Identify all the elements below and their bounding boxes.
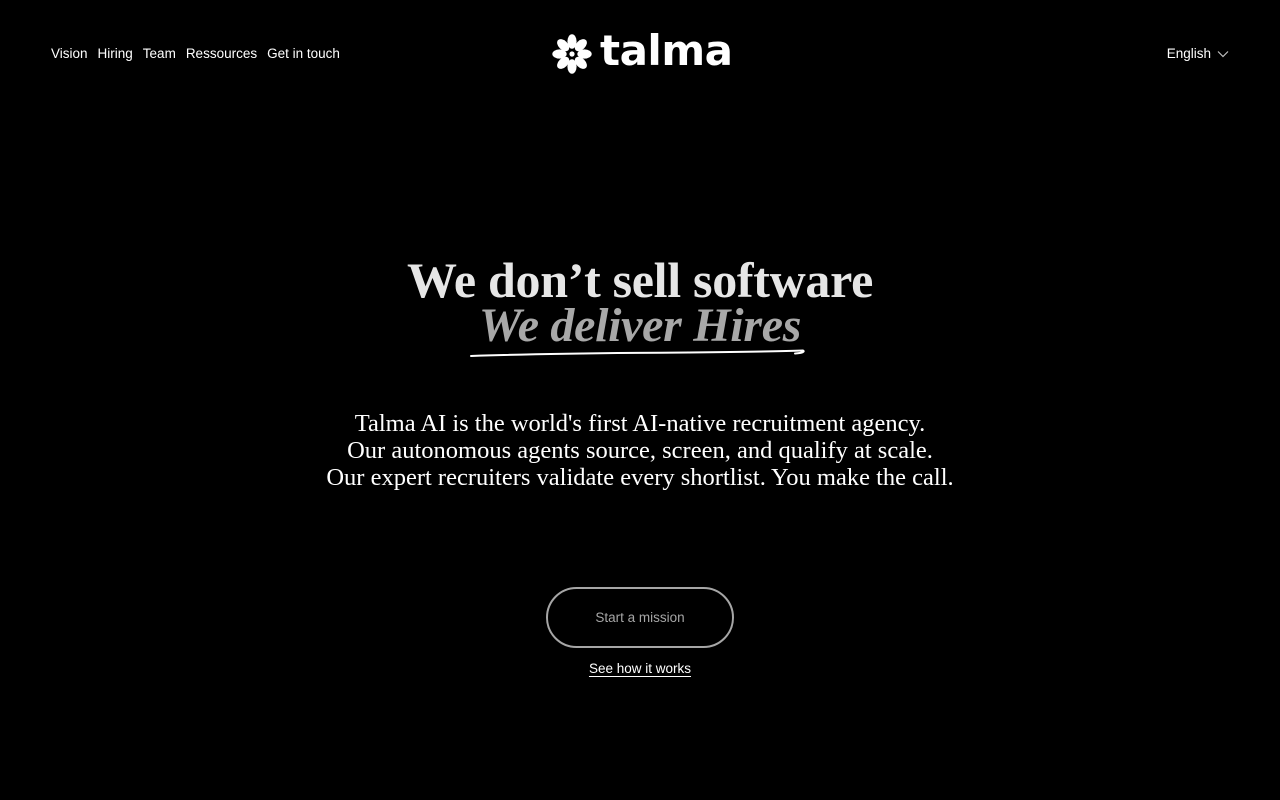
underline-stroke-icon — [469, 349, 805, 357]
description-line: Our expert recruiters validate every sho… — [326, 464, 954, 491]
language-selector[interactable]: English — [1167, 45, 1229, 63]
see-how-it-works-wrap: See how it works — [0, 660, 1280, 678]
logo-wordmark: talma — [600, 26, 733, 75]
nav-link-team[interactable]: Team — [143, 45, 176, 63]
main-nav: Vision Hiring Team Ressources Get in tou… — [51, 45, 340, 63]
description-line: Talma AI is the world's first AI-native … — [354, 410, 926, 437]
start-mission-button[interactable]: Start a mission — [546, 587, 734, 648]
site-header: Vision Hiring Team Ressources Get in tou… — [0, 0, 1280, 108]
talma-logo[interactable]: talma — [552, 26, 733, 75]
language-selected: English — [1166, 46, 1211, 61]
see-how-it-works-link[interactable]: See how it works — [589, 661, 691, 676]
flower-logo-icon — [552, 34, 592, 74]
hero-subheadline-wrap: We deliver Hires — [469, 299, 809, 357]
nav-link-vision[interactable]: Vision — [51, 45, 88, 63]
description-line: Our autonomous agents source, screen, an… — [347, 437, 933, 464]
nav-link-get-in-touch[interactable]: Get in touch — [267, 45, 340, 63]
chevron-down-icon — [1217, 51, 1229, 58]
hero-subheadline: We deliver Hires — [478, 299, 802, 352]
nav-link-ressources[interactable]: Ressources — [186, 45, 257, 63]
nav-link-hiring[interactable]: Hiring — [98, 45, 133, 63]
hero-section: We don’t sell software We deliver Hires — [0, 250, 1280, 357]
hero-description: Talma AI is the world's first AI-native … — [0, 410, 1280, 491]
